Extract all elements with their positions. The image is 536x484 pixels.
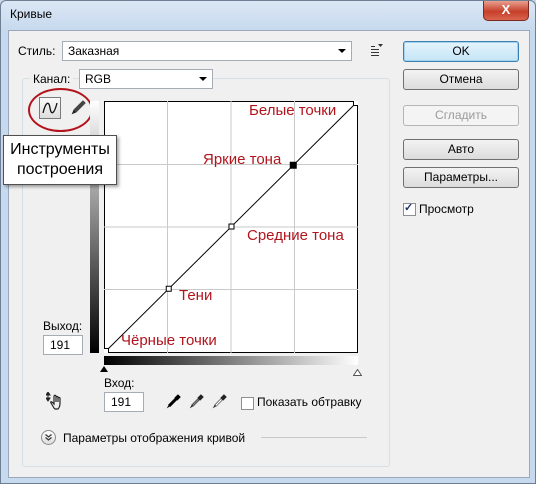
curves-dialog: Кривые X Стиль: Заказная Канал: RGB Белы… xyxy=(0,0,536,484)
cancel-button[interactable]: Отмена xyxy=(403,69,519,90)
annotation-midtones: Средние тона xyxy=(247,227,344,244)
black-eyedropper-icon[interactable] xyxy=(164,393,182,411)
display-options-label[interactable]: Параметры отображения кривой xyxy=(63,431,245,445)
preset-label: Стиль: xyxy=(18,44,56,58)
curve-point[interactable] xyxy=(165,285,172,292)
output-label: Выход: xyxy=(43,319,83,333)
curve-point[interactable] xyxy=(289,161,297,169)
annotation-white-points: Белые точки xyxy=(249,102,337,119)
input-field[interactable]: 191 xyxy=(104,392,144,412)
show-clipping-checkbox[interactable] xyxy=(241,397,254,410)
options-button[interactable]: Параметры... xyxy=(403,167,519,188)
smooth-button[interactable]: Сгладить xyxy=(403,105,519,126)
white-point-slider[interactable] xyxy=(352,365,363,376)
white-eyedropper-icon[interactable] xyxy=(210,393,228,411)
show-clipping-label: Показать обтравку xyxy=(257,395,362,409)
window-title: Кривые xyxy=(10,7,53,21)
preview-label: Просмотр xyxy=(419,202,474,216)
expand-chevron-icon[interactable] xyxy=(41,430,56,445)
chevron-down-icon xyxy=(199,77,207,81)
ok-button[interactable]: OK xyxy=(403,41,519,62)
divider xyxy=(261,437,367,438)
channel-select[interactable]: RGB xyxy=(79,69,213,89)
curve-point[interactable] xyxy=(353,100,359,106)
curve-point[interactable] xyxy=(228,223,235,230)
channel-value: RGB xyxy=(85,72,112,86)
preset-select[interactable]: Заказная xyxy=(62,41,352,61)
chevron-down-icon xyxy=(338,49,346,53)
tooltip-line-1: Инструменты xyxy=(10,141,110,158)
auto-button[interactable]: Авто xyxy=(403,139,519,160)
preview-checkbox[interactable] xyxy=(403,201,416,216)
output-field[interactable]: 191 xyxy=(43,335,83,355)
annotation-highlights: Яркие тона xyxy=(203,151,282,168)
tool-highlight-circle xyxy=(28,88,93,132)
preset-menu-icon[interactable] xyxy=(370,44,384,56)
tooltip-line-2: построения xyxy=(16,161,104,178)
hand-target-icon[interactable] xyxy=(45,391,66,412)
black-point-slider[interactable] xyxy=(100,366,108,372)
close-button[interactable]: X xyxy=(483,1,529,21)
annotation-black-points: Чёрные точки xyxy=(121,332,217,349)
input-gradient-bar xyxy=(104,356,358,365)
preset-value: Заказная xyxy=(68,44,120,58)
drawing-tools-tooltip: Инструменты построения xyxy=(3,135,117,185)
dialog-body: Стиль: Заказная Канал: RGB Белые точки Я… xyxy=(8,30,530,478)
input-label: Вход: xyxy=(104,376,135,390)
curve-point[interactable] xyxy=(103,348,109,354)
channel-label: Канал: xyxy=(30,72,74,86)
gray-eyedropper-icon[interactable] xyxy=(187,393,205,411)
annotation-shadows: Тени xyxy=(179,287,213,304)
